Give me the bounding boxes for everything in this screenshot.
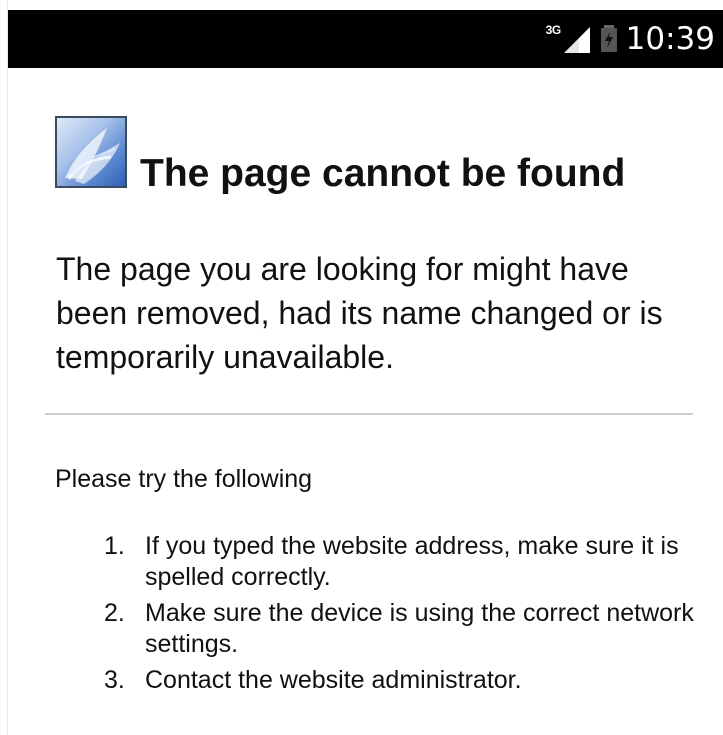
error-description: The page you are looking for might have … <box>56 251 663 375</box>
butterfly-graphic <box>65 128 120 184</box>
suggestion-number: 3. <box>104 666 125 694</box>
left-edge <box>0 0 8 735</box>
status-time: 10:39 <box>625 21 715 57</box>
suggestion-item: 2. Make sure the device is using the cor… <box>100 598 700 660</box>
suggestions-heading: Please try the following <box>55 465 313 493</box>
suggestions-list: 1. If you typed the website address, mak… <box>100 531 700 701</box>
status-indicators: 3G 10:39 <box>546 10 715 68</box>
suggestion-number: 2. <box>104 599 125 627</box>
status-bar: 3G 10:39 <box>8 10 723 68</box>
suggestion-text: Make sure the device is using the correc… <box>145 599 694 658</box>
battery-charging-icon <box>600 25 617 52</box>
signal-bars-icon <box>563 27 590 53</box>
app-logo-icon <box>55 116 127 188</box>
section-divider <box>45 413 693 415</box>
suggestion-text: Contact the website administrator. <box>145 666 522 694</box>
suggestion-number: 1. <box>104 532 125 560</box>
suggestion-text: If you typed the website address, make s… <box>145 532 679 591</box>
suggestion-item: 1. If you typed the website address, mak… <box>100 531 700 593</box>
network-indicator: 3G <box>546 22 592 56</box>
page-title: The page cannot be found <box>140 152 626 195</box>
suggestion-item: 3. Contact the website administrator. <box>100 665 700 696</box>
